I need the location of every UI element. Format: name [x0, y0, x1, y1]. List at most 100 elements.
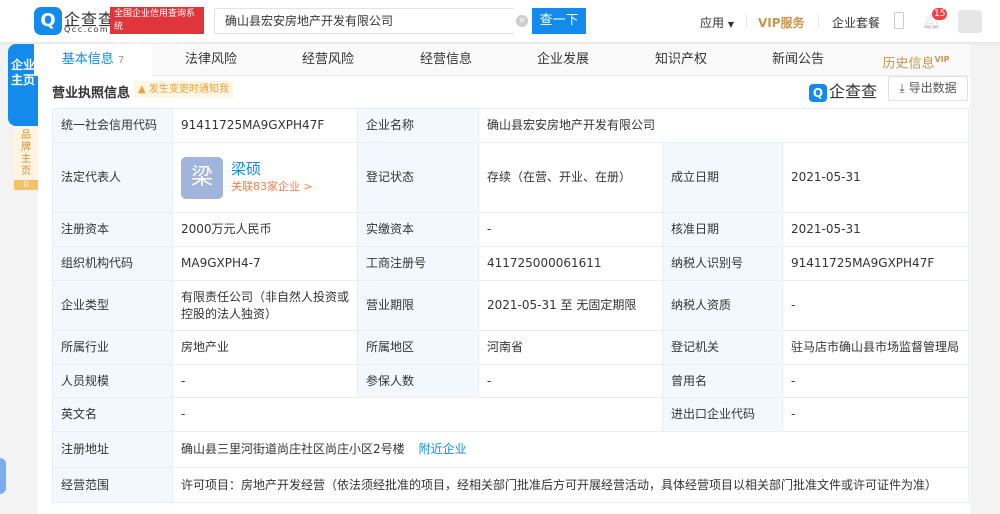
industry: 房地产业: [172, 330, 358, 365]
divider: [818, 15, 819, 27]
legal-rep-avatar[interactable]: 梁: [181, 156, 223, 199]
tax-id: 91411725MA9GXPH47F: [782, 246, 969, 281]
label: 营业期限: [357, 280, 479, 331]
registration-authority: 驻马店市确山县市场监督管理局: [782, 330, 969, 365]
table-row: 统一社会信用代码 91411725MA9GXPH47F 企业名称 确山县宏安房地产开发…: [52, 108, 969, 143]
tab-news[interactable]: 新闻公告: [739, 44, 857, 76]
former-name: -: [782, 364, 969, 398]
tab-ip[interactable]: 知识产权: [622, 44, 740, 76]
approved-date: 2021-05-31: [782, 212, 969, 247]
label: 纳税人资质: [662, 280, 783, 331]
status: 存续（在营、开业、在册）: [478, 142, 663, 213]
tab-operating-info[interactable]: 经营信息: [387, 44, 505, 76]
divider: [746, 15, 747, 27]
label: 英文名: [52, 397, 173, 432]
search-input[interactable]: 确山县宏安房地产开发有限公司: [214, 8, 514, 34]
sidebar-brand-home[interactable]: 品牌主页 0: [14, 128, 38, 190]
tab-label: 基本信息: [61, 52, 114, 67]
label: 实缴资本: [357, 212, 479, 247]
label: 核准日期: [662, 212, 783, 247]
import-export-code: -: [782, 397, 969, 432]
download-icon: ⤓: [899, 81, 905, 95]
notify-button[interactable]: ▲ 发生变更时通知我: [134, 81, 233, 98]
tab-operating-risk[interactable]: 经营风险: [269, 44, 387, 76]
table-row: 人员规模 - 参保人数 - 曾用名 -: [52, 364, 969, 398]
paid-capital: -: [478, 212, 663, 247]
label: 人员规模: [52, 364, 173, 398]
legal-rep-name[interactable]: 梁硕: [231, 160, 313, 178]
label: 企业名称: [357, 108, 479, 143]
tab-history[interactable]: 历史信息VIP: [857, 44, 975, 76]
label: 所属地区: [357, 330, 479, 365]
label: 参保人数: [357, 364, 479, 398]
table-row: 英文名 - 进出口企业代码 -: [52, 397, 969, 432]
brand-count: 0: [14, 180, 38, 190]
bell-icon: ▲: [138, 84, 146, 95]
table-row: 所属行业 房地产业 所属地区 河南省 登记机关 驻马店市确山县市场监督管理局: [52, 330, 969, 365]
tab-label: 历史信息: [882, 56, 935, 72]
tab-basic-info[interactable]: 基本信息 7: [34, 44, 152, 76]
search-button[interactable]: 查一下: [532, 8, 586, 34]
floating-handle[interactable]: [0, 458, 6, 494]
notification-badge: 15: [932, 8, 948, 20]
table-row: 企业类型 有限责任公司（非自然人投资或控股的法人独资） 营业期限 2021-05-31…: [52, 280, 969, 331]
label: 工商注册号: [357, 246, 479, 281]
label: 组织机构代码: [52, 246, 173, 281]
credit-code: 91411725MA9GXPH47F: [172, 108, 358, 143]
brand-label: 品牌主页: [21, 130, 31, 177]
table-row: 注册资本 2000万元人民币 实缴资本 - 核准日期 2021-05-31: [52, 212, 969, 247]
clear-icon[interactable]: ×: [516, 15, 528, 27]
legal-rep-cell: 梁梁硕 关联83家企业 >: [172, 142, 358, 213]
org-code: MA9GXPH4-7: [172, 246, 358, 281]
table-row: 组织机构代码 MA9GXPH4-7 工商注册号 411725000061611 纳税人识…: [52, 246, 969, 281]
export-button[interactable]: ⤓ 导出数据: [888, 76, 968, 101]
taxpayer-qualification: -: [782, 280, 969, 331]
package-link[interactable]: 企业套餐: [832, 14, 880, 31]
english-name: -: [172, 397, 663, 432]
staff-size: -: [172, 364, 358, 398]
company-type: 有限责任公司（非自然人投资或控股的法人独资）: [172, 280, 358, 331]
insured-count: -: [478, 364, 663, 398]
caret-down-icon: ▼: [727, 20, 734, 29]
label: 纳税人识别号: [662, 246, 783, 281]
table-row: 经营范围 许可项目：房地产开发经营（依法须经批准的项目，经相关部门批准后方可开展经…: [52, 467, 969, 503]
label: 进出口企业代码: [662, 397, 783, 432]
logo-domain: Qcc.com: [64, 25, 110, 34]
reg-number: 411725000061611: [478, 246, 663, 281]
badge-line1: 全国企业信用查询系统: [114, 9, 196, 32]
business-scope: 许可项目：房地产开发经营（依法须经批准的项目，经相关部门批准后方可开展经营活动，…: [172, 467, 969, 503]
related-companies-link[interactable]: 关联83家企业 >: [231, 178, 313, 195]
table-row: 注册地址 确山县三里河街道尚庄社区尚庄小区2号楼 附近企业: [52, 431, 969, 468]
tab-count: 7: [117, 55, 125, 66]
tab-legal-risk[interactable]: 法律风险: [152, 44, 270, 76]
vip-service-link[interactable]: VIP服务: [758, 14, 805, 31]
address-cell: 确山县三里河街道尚庄社区尚庄小区2号楼 附近企业: [172, 431, 969, 468]
qcc-brand: Q 企查查: [809, 78, 877, 102]
section-title: 营业执照信息: [52, 86, 131, 101]
founded-date: 2021-05-31: [782, 142, 969, 213]
notify-label: 发生变更时通知我: [148, 84, 229, 95]
tab-development[interactable]: 企业发展: [504, 44, 622, 76]
address: 确山县三里河街道尚庄社区尚庄小区2号楼: [181, 442, 405, 456]
vip-badge: VIP: [934, 55, 950, 64]
label: 登记状态: [357, 142, 479, 213]
label: 登记机关: [662, 330, 783, 365]
label: 注册资本: [52, 212, 173, 247]
registered-capital: 2000万元人民币: [172, 212, 358, 247]
label: 成立日期: [662, 142, 783, 213]
region: 河南省: [478, 330, 663, 365]
qcc-logo-icon: Q: [809, 84, 827, 102]
nearby-companies-link[interactable]: 附近企业: [419, 442, 467, 456]
mobile-icon[interactable]: [894, 12, 904, 29]
official-badge: 全国企业信用查询系统官方备案企业征信机构: [110, 7, 204, 58]
avatar[interactable]: [958, 10, 982, 33]
export-label: 导出数据: [908, 81, 957, 95]
business-term: 2021-05-31 至 无固定期限: [478, 280, 663, 331]
tab-bar: 基本信息 7 法律风险 经营风险 经营信息 企业发展 知识产权 新闻公告 历史信…: [34, 44, 970, 76]
apps-label: 应用: [700, 16, 725, 30]
apps-menu[interactable]: 应用 ▼: [700, 14, 734, 31]
label: 统一社会信用代码: [52, 108, 173, 143]
qcc-logo-icon[interactable]: Q: [34, 7, 62, 35]
table-row: 法定代表人梁梁硕 关联83家企业 > 登记状态 存续（在营、开业、在册） 成立日期 202…: [52, 142, 969, 213]
business-info-table: 统一社会信用代码 91411725MA9GXPH47F 企业名称 确山县宏安房地产开发…: [52, 108, 969, 503]
